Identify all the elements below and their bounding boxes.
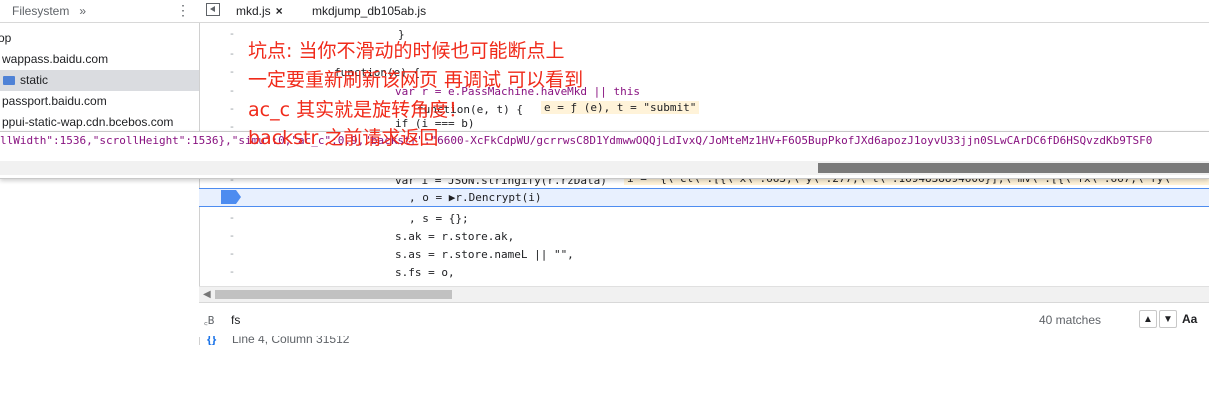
scroll-left-icon[interactable]: ◀ [203, 289, 211, 300]
tree-item-wappass[interactable]: wappass.baidu.com [0, 49, 199, 70]
annotation-line-4: backstr 之前请求返回 [248, 127, 439, 149]
match-case-button[interactable]: Aa [1182, 312, 1197, 326]
tab-label: mkdjump_db105ab.js [312, 4, 427, 18]
popover-scrollbar[interactable] [0, 161, 1209, 175]
previous-match-button[interactable]: ▲ [1139, 310, 1157, 328]
code-line: s.ak = r.store.ak, [395, 230, 515, 243]
search-input[interactable] [229, 309, 833, 331]
navigator-header: Filesystem » ⋮ [0, 0, 199, 23]
annotation-line-3: ac_c 其实就是旋转角度！ [248, 99, 468, 121]
match-case-icon[interactable]: ꜀B [204, 313, 214, 328]
tree-item-label: static [20, 73, 49, 87]
editor-tab-bar: mkd.js × mkdjump_db105ab.js [199, 0, 1209, 23]
annotation-line-1: 坑点: 当你不滑动的时候也可能断点上 [248, 40, 565, 62]
tree-item-static[interactable]: static [0, 70, 199, 91]
pretty-print-icon[interactable]: {} [207, 336, 216, 345]
popover-value-text: llWidth":1536,"scrollHeight":1536},"simu… [0, 134, 1153, 147]
gutter-dash: - [230, 248, 234, 260]
popover-scroll-thumb[interactable] [818, 163, 1209, 173]
paused-line-highlight [199, 188, 1209, 207]
gutter-dash: - [230, 230, 234, 242]
tree-item-label: wappass.baidu.com [2, 52, 109, 66]
code-line: s.fs = o, [395, 266, 455, 279]
code-line: , s = {}; [409, 212, 469, 225]
horizontal-scroll-thumb[interactable] [215, 290, 452, 299]
gutter-dash: - [230, 28, 234, 40]
tab-mkdjump-js[interactable]: mkdjump_db105ab.js [312, 0, 426, 22]
toggle-navigator-icon[interactable] [206, 3, 220, 16]
tree-item-label: ppui-static-wap.cdn.bcebos.com [2, 115, 174, 129]
annotation-line-2: 一定要重新刷新该网页 再调试 可以看到 [248, 69, 584, 91]
cursor-position: Line 4, Column 31512 [232, 336, 350, 345]
match-count: 40 matches [1039, 313, 1102, 327]
tab-label: mkd.js [236, 4, 271, 18]
more-tabs-icon[interactable]: » [79, 4, 86, 18]
code-line: s.as = r.store.nameL || "", [395, 248, 574, 261]
editor-horizontal-scrollbar[interactable]: ◀ [199, 286, 1209, 302]
gutter-dash: - [230, 212, 234, 224]
tab-mkd-js[interactable]: mkd.js × [236, 0, 283, 22]
gutter-dash: - [230, 103, 234, 115]
gutter-dash: - [230, 85, 234, 97]
code-line-paused: , o = ▶r.Dencrypt(i) [409, 191, 542, 204]
tree-item-passport[interactable]: passport.baidu.com [0, 91, 199, 112]
kebab-menu-icon[interactable]: ⋮ [176, 2, 190, 19]
status-bar: {} Line 4, Column 31512 [199, 336, 1209, 345]
tree-item-label: passport.baidu.com [2, 94, 107, 108]
folder-icon [3, 76, 15, 85]
search-bar: ꜀B 40 matches ▲ ▼ Aa [199, 302, 1209, 337]
gutter-dash: - [230, 266, 234, 278]
value-popover[interactable]: llWidth":1536,"scrollHeight":1536},"simu… [0, 131, 1209, 179]
close-icon[interactable]: × [276, 4, 283, 18]
gutter-dash: - [230, 66, 234, 78]
inline-value: e = ƒ (e), t = "submit" [541, 101, 700, 114]
next-match-button[interactable]: ▼ [1159, 310, 1177, 328]
tree-item-top[interactable]: op [0, 28, 199, 49]
gutter-dash: - [230, 48, 234, 60]
tab-filesystem[interactable]: Filesystem [0, 4, 69, 18]
tree-item-label: op [0, 31, 12, 45]
tree-item-ppui-static[interactable]: ppui-static-wap.cdn.bcebos.com [0, 112, 199, 133]
